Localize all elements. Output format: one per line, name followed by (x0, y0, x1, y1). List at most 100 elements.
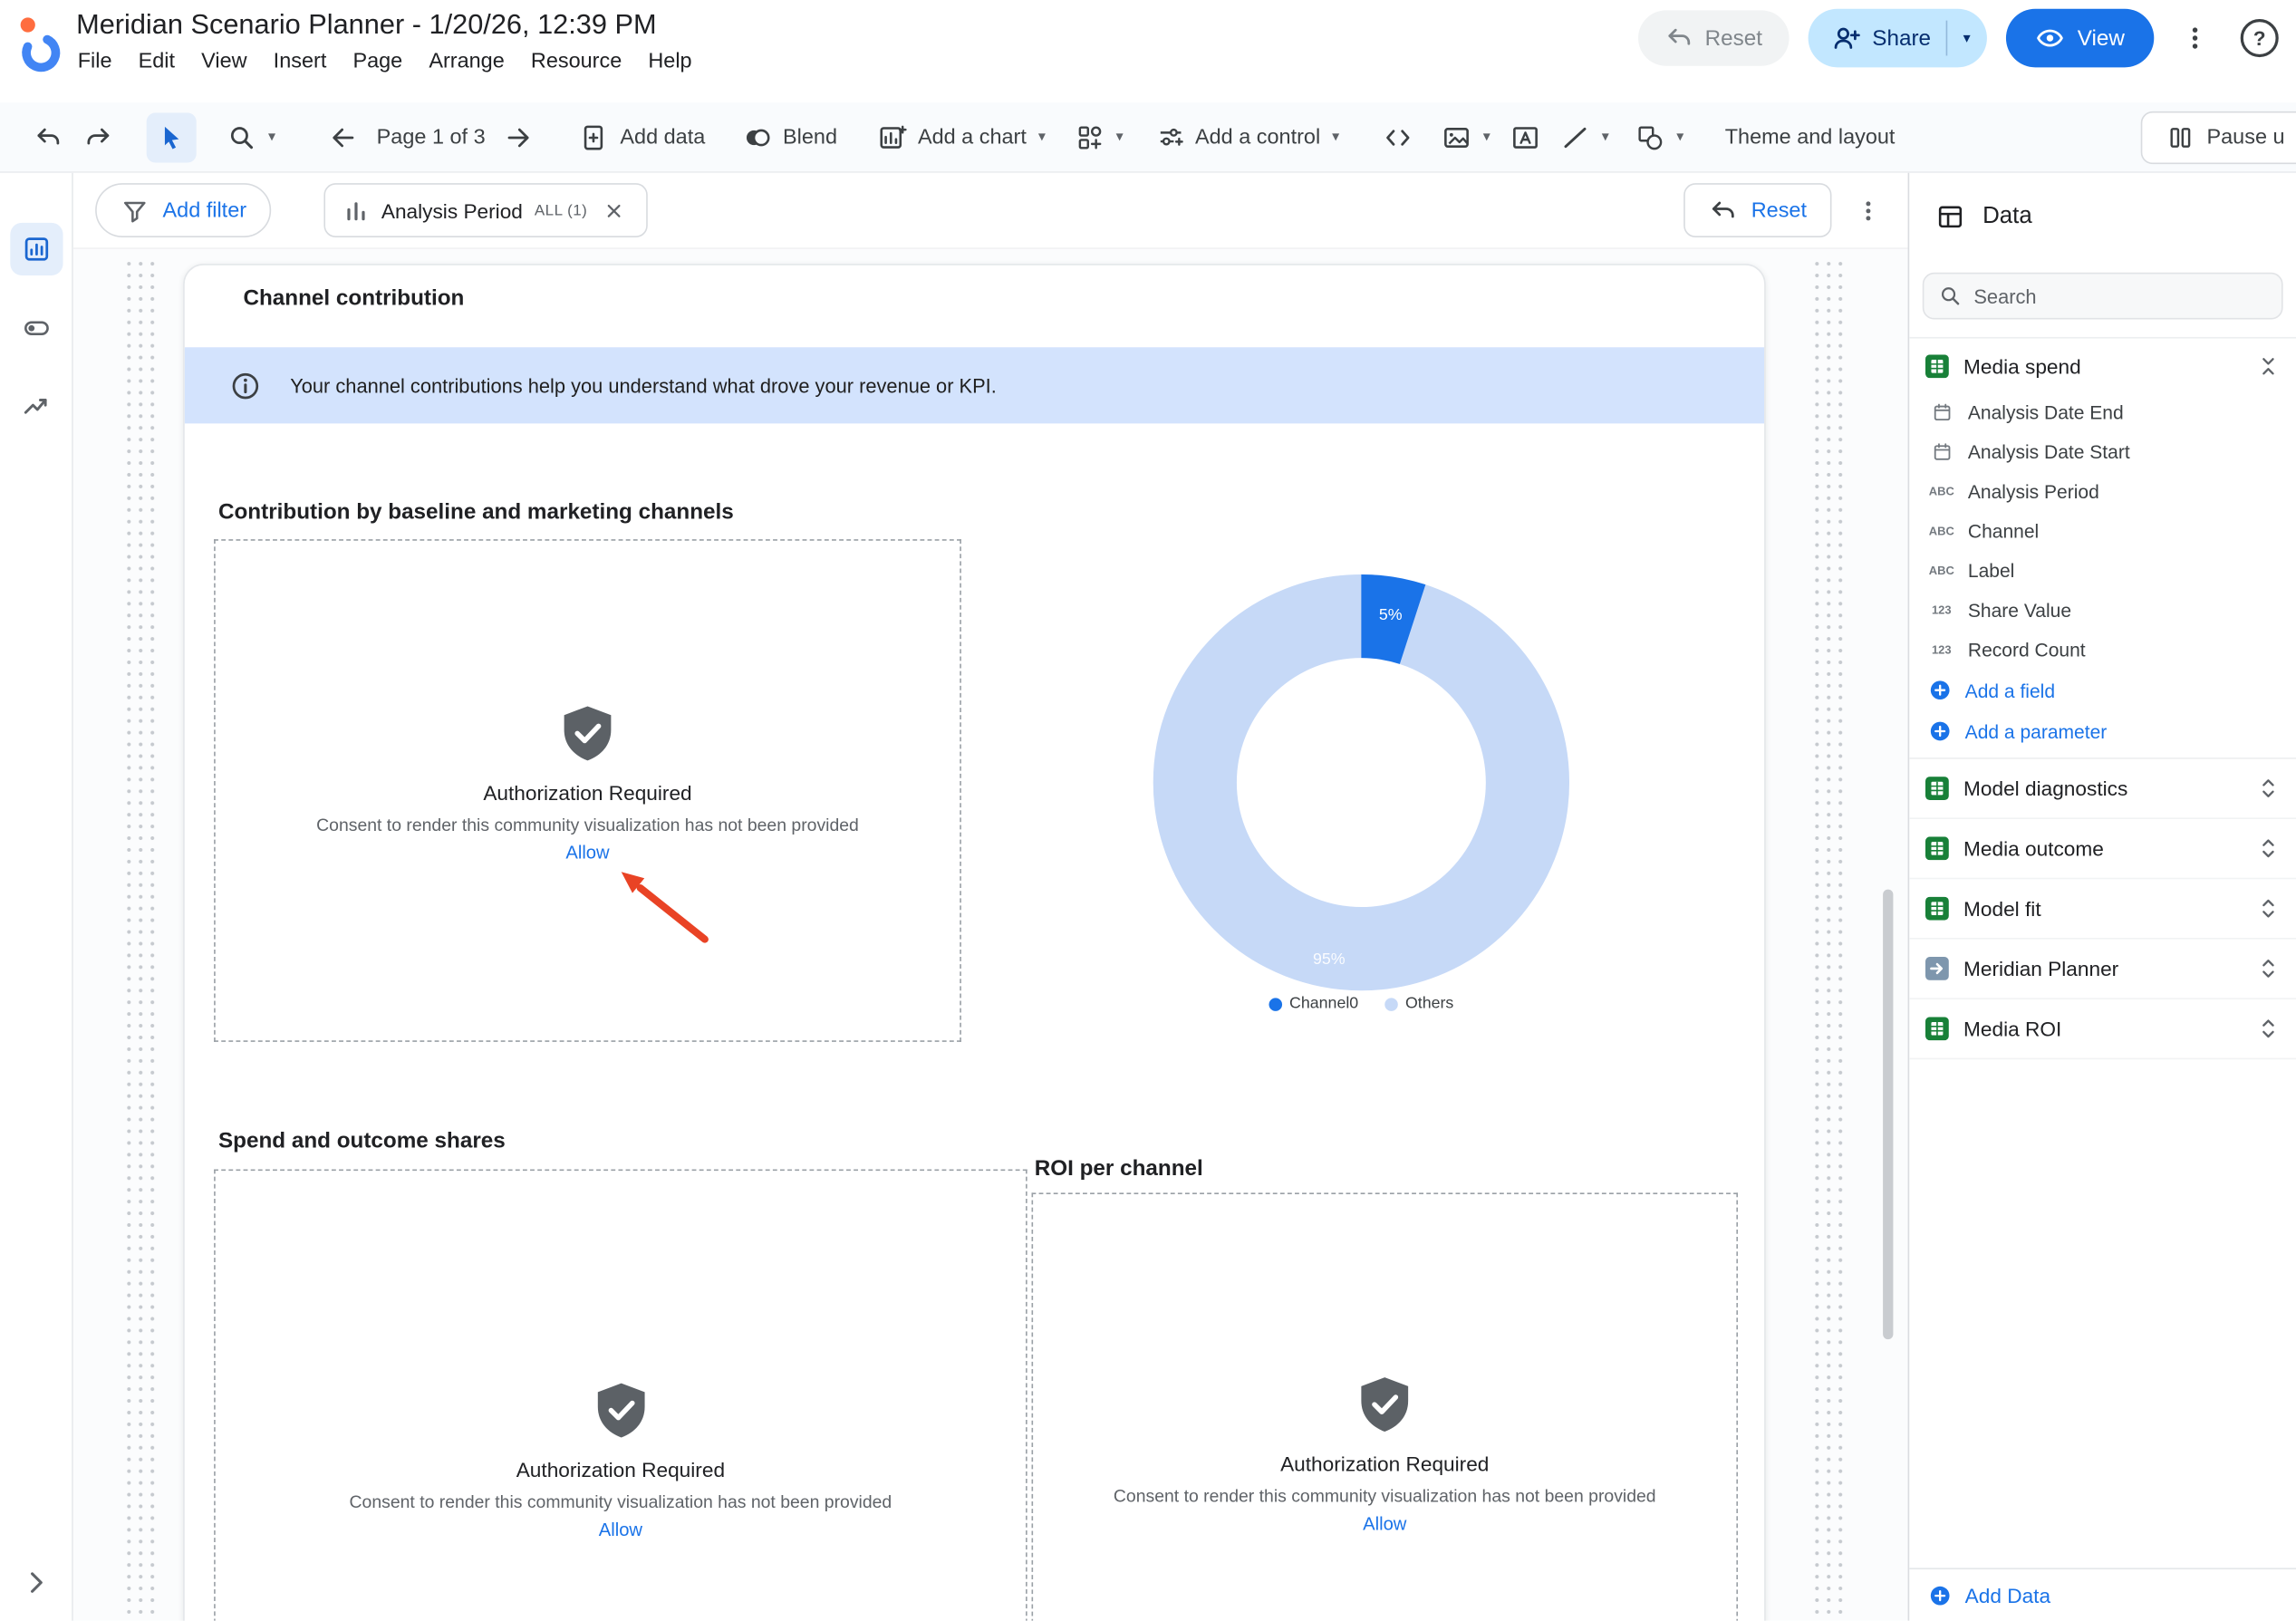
chip-close-button[interactable] (599, 198, 628, 222)
source-media-roi[interactable]: Media ROI (1909, 999, 2296, 1059)
collapse-icon[interactable] (2255, 352, 2282, 379)
search-input[interactable] (1973, 285, 2266, 307)
add-data-button[interactable]: Add data (570, 112, 715, 162)
reset-filters-button[interactable]: Reset (1683, 183, 1831, 237)
field-analysis-period[interactable]: ABCAnalysis Period (1909, 472, 2296, 512)
number-field-icon: 123 (1928, 599, 1954, 622)
document-title[interactable]: Meridian Scenario Planner - 1/20/26, 12:… (76, 10, 705, 43)
expand-icon[interactable] (2255, 835, 2282, 862)
share-dropdown-button[interactable]: ▾ (1947, 9, 1987, 68)
image-icon (1442, 122, 1471, 151)
menu-view[interactable]: View (188, 47, 261, 76)
toggle-icon (22, 314, 51, 343)
line-icon (1560, 122, 1589, 151)
search-icon (1939, 285, 1963, 308)
field-label: Share Value (1968, 599, 2071, 621)
field-analysis-date-end[interactable]: Analysis Date End (1909, 392, 2296, 432)
rail-report-button[interactable] (10, 223, 63, 275)
zoom-tool-button[interactable]: ▾ (217, 112, 285, 162)
sheet-icon (1925, 354, 1949, 378)
field-label[interactable]: ABCLabel (1909, 551, 2296, 591)
auth-title: Authorization Required (483, 781, 691, 805)
redo-button[interactable] (73, 112, 123, 162)
embed-code-button[interactable] (1373, 112, 1423, 162)
field-share-value[interactable]: 123 Share Value (1909, 591, 2296, 631)
add-control-button[interactable]: Add a control ▾ (1145, 112, 1350, 162)
menu-file[interactable]: File (64, 47, 125, 76)
add-data-button-bottom[interactable]: Add Data (1909, 1568, 2296, 1620)
reset-button[interactable]: Reset (1637, 10, 1789, 65)
field-label: Channel (1968, 520, 2039, 542)
page-next-button[interactable] (494, 112, 544, 162)
rail-expand-button[interactable] (10, 1556, 63, 1608)
page-prev-button[interactable] (318, 112, 368, 162)
filter-bar-more-button[interactable] (1855, 198, 1881, 224)
sheet-icon (1925, 897, 1949, 921)
source-meridian-planner[interactable]: Meridian Planner (1909, 940, 2296, 999)
page-indicator[interactable]: Page 1 of 3 (368, 125, 494, 149)
add-visualization-button[interactable]: ▾ (1065, 112, 1134, 162)
expand-icon[interactable] (2255, 955, 2282, 981)
analysis-period-chip[interactable]: Analysis Period ALL (1) (324, 183, 648, 237)
select-tool-button[interactable] (147, 112, 197, 162)
help-button[interactable]: ? (2241, 19, 2279, 57)
add-field-button[interactable]: Add a field (1909, 670, 2296, 710)
view-button[interactable]: View (2006, 9, 2155, 68)
legend-label-others: Others (1405, 995, 1453, 1012)
canvas-scrollbar[interactable] (1883, 890, 1893, 1339)
auth-box-roi[interactable]: Authorization Required Consent to render… (1032, 1192, 1738, 1620)
donut-segment-others[interactable] (1195, 616, 1528, 949)
caret-down-icon: ▾ (1332, 129, 1339, 145)
add-control-label: Add a control (1195, 125, 1320, 149)
rail-controls-button[interactable] (10, 302, 63, 354)
menu-bar: File Edit View Insert Page Arrange Resou… (64, 47, 705, 76)
help-icon: ? (2253, 26, 2266, 50)
menu-insert[interactable]: Insert (260, 47, 340, 76)
rail-explore-button[interactable] (10, 380, 63, 432)
expand-icon[interactable] (2255, 1016, 2282, 1042)
theme-layout-label: Theme and layout (1725, 125, 1896, 149)
menu-edit[interactable]: Edit (125, 47, 188, 76)
menu-arrange[interactable]: Arrange (416, 47, 518, 76)
source-model-fit[interactable]: Model fit (1909, 879, 2296, 939)
share-button[interactable]: Share (1808, 9, 1945, 68)
add-chart-button[interactable]: Add a chart▾ (868, 112, 1056, 162)
expand-icon[interactable] (2255, 895, 2282, 921)
field-record-count[interactable]: 123Record Count (1909, 630, 2296, 670)
data-search (1923, 273, 2283, 320)
donut-chart[interactable]: 5% 95% Channel0 Others (1142, 563, 1581, 1012)
eye-icon (2035, 24, 2064, 53)
field-channel[interactable]: ABCChannel (1909, 511, 2296, 551)
add-image-button[interactable]: ▾ (1432, 112, 1500, 162)
auth-box-spend[interactable]: Authorization Required Consent to render… (214, 1170, 1027, 1621)
field-analysis-date-start[interactable]: Analysis Date Start (1909, 432, 2296, 472)
plus-circle-icon (1928, 1583, 1952, 1607)
source-name: Model fit (1963, 897, 2041, 921)
add-filter-button[interactable]: Add filter (95, 183, 271, 237)
add-text-button[interactable] (1500, 112, 1550, 162)
expand-icon[interactable] (2255, 775, 2282, 801)
source-media-outcome[interactable]: Media outcome (1909, 819, 2296, 879)
allow-link[interactable]: Allow (599, 1520, 642, 1540)
menu-page[interactable]: Page (340, 47, 416, 76)
text-field-icon: ABC (1928, 559, 1954, 583)
add-line-button[interactable]: ▾ (1550, 112, 1619, 162)
theme-layout-button[interactable]: Theme and layout (1714, 112, 1905, 162)
undo-button[interactable] (24, 112, 73, 162)
menu-resource[interactable]: Resource (517, 47, 634, 76)
menu-help[interactable]: Help (635, 47, 705, 76)
report-page: Channel contribution Your channel contri… (183, 264, 1766, 1621)
allow-link[interactable]: Allow (1363, 1514, 1406, 1535)
pause-updates-button[interactable]: Pause u (2141, 111, 2296, 163)
data-grid-icon (1935, 202, 1964, 231)
caret-down-icon: ▾ (1963, 30, 1971, 46)
field-label: Analysis Date End (1968, 401, 2124, 423)
add-parameter-button[interactable]: Add a parameter (1909, 710, 2296, 751)
source-media-spend[interactable]: Media spend (1909, 337, 2296, 392)
add-data-label: Add data (620, 125, 705, 149)
source-model-diagnostics[interactable]: Model diagnostics (1909, 759, 2296, 819)
add-shape-button[interactable]: ▾ (1626, 112, 1694, 162)
more-options-button[interactable] (2173, 24, 2217, 53)
auth-box-contribution[interactable]: Authorization Required Consent to render… (214, 539, 961, 1042)
blend-button[interactable]: Blend (733, 112, 847, 162)
